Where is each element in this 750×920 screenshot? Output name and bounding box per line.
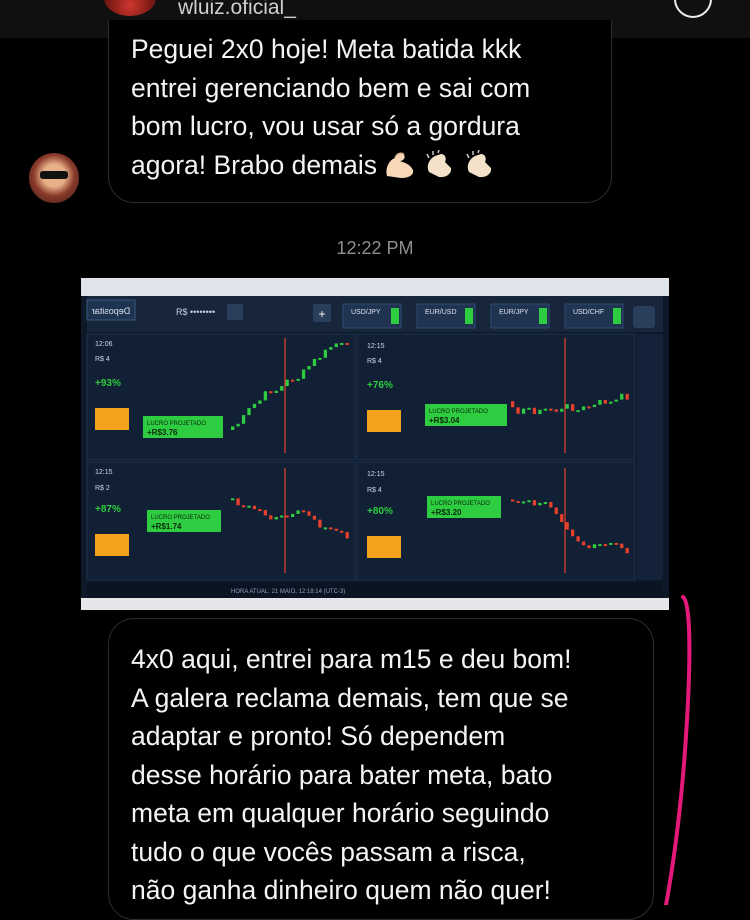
pink-highlight-stroke [664, 595, 692, 905]
